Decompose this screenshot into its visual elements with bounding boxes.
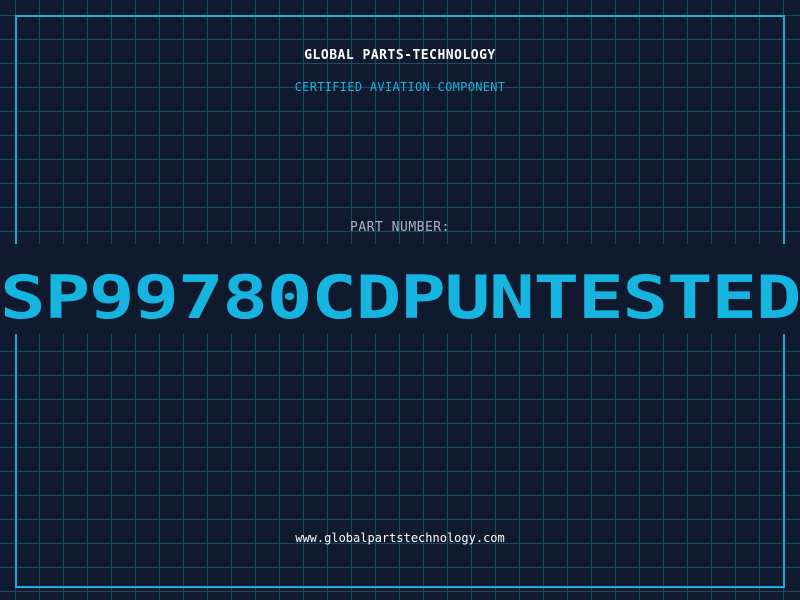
company-name: GLOBAL PARTS-TECHNOLOGY	[304, 48, 496, 63]
part-number-band: SP99780CDPUNTESTED	[0, 244, 800, 334]
part-number-value: SP99780CDPUNTESTED	[0, 263, 800, 333]
part-number-label: PART NUMBER:	[350, 220, 450, 235]
certification-subtitle: CERTIFIED AVIATION COMPONENT	[294, 80, 506, 94]
website-url: www.globalpartstechnology.com	[295, 531, 505, 545]
